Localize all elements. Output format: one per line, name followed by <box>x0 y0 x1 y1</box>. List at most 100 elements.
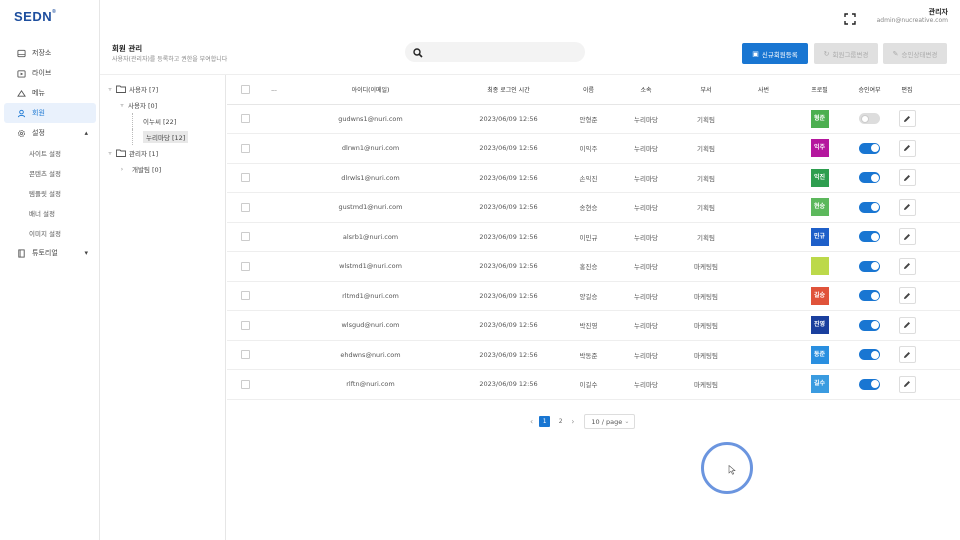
column-header-last-login[interactable]: 최종 로그인 시간 <box>456 75 561 105</box>
table-row[interactable]: alsrb1@nuri.com 2023/06/09 12:56 이민규 누리마당 기획… <box>227 222 960 252</box>
page-button-2[interactable]: 2 <box>555 416 566 427</box>
search-box[interactable] <box>405 42 585 62</box>
pencil-icon <box>904 351 910 358</box>
table-row[interactable]: gudwns1@nuri.com 2023/06/09 12:56 안형준 누리마당 기… <box>227 104 960 134</box>
user-name[interactable]: 관리자 <box>929 7 948 17</box>
avatar[interactable]: 민규 <box>810 227 829 246</box>
sidebar-item-member[interactable]: 회원 <box>4 103 96 123</box>
cell-dept: 마케팅팀 <box>676 310 736 341</box>
new-member-button[interactable]: ▣ 신규회원등록 <box>742 43 808 64</box>
row-checkbox[interactable] <box>240 114 250 124</box>
avatar[interactable]: 형준 <box>810 109 829 128</box>
search-input[interactable] <box>429 48 569 56</box>
avatar[interactable] <box>810 257 829 276</box>
approval-toggle[interactable] <box>859 142 880 154</box>
approval-toggle[interactable] <box>859 378 880 390</box>
column-header-profile[interactable]: 프로필 <box>791 75 848 105</box>
column-header-employee-no[interactable]: 사번 <box>736 75 791 105</box>
table-row[interactable]: dlrwn1@nuri.com 2023/06/09 12:56 이익주 누리마당 기획… <box>227 133 960 164</box>
edit-button[interactable] <box>898 287 916 305</box>
approval-toggle[interactable] <box>859 113 880 125</box>
table-row[interactable]: ehdwns@nuri.com 2023/06/09 12:56 박동준 누리마당 마케… <box>227 340 960 370</box>
tree-node-user-g1[interactable]: 이누씨 [22] <box>100 113 225 129</box>
row-checkbox[interactable] <box>240 291 250 301</box>
column-header-org[interactable]: 소속 <box>616 75 676 105</box>
avatar[interactable]: 길승 <box>810 286 829 305</box>
approval-toggle[interactable] <box>859 349 880 361</box>
avatar[interactable]: 현승 <box>810 198 829 217</box>
edit-button[interactable] <box>898 316 916 334</box>
edit-button[interactable] <box>898 169 916 187</box>
column-header-approved[interactable]: 승인여부 <box>848 75 891 105</box>
brand-logo[interactable]: SEDN® <box>14 9 56 24</box>
sidebar-subitem-site[interactable]: 사이트 설정 <box>4 143 96 163</box>
sidebar-item-menu[interactable]: 메뉴 <box>4 83 96 103</box>
table-row[interactable]: gustmd1@nuri.com 2023/06/09 12:56 송현승 누리마당 기… <box>227 192 960 223</box>
sidebar-subitem-banner[interactable]: 배너 설정 <box>4 203 96 223</box>
column-header-edit[interactable]: 편집 <box>891 75 923 105</box>
prev-page-icon[interactable]: ‹ <box>530 417 533 426</box>
row-checkbox[interactable] <box>240 350 250 360</box>
edit-button[interactable] <box>898 228 916 246</box>
row-checkbox[interactable] <box>240 320 250 330</box>
next-page-icon[interactable]: › <box>571 417 574 426</box>
edit-button[interactable] <box>898 375 916 393</box>
approval-toggle[interactable] <box>859 201 880 213</box>
edit-button[interactable] <box>898 139 916 157</box>
avatar[interactable]: 익주 <box>810 139 829 158</box>
fullscreen-icon[interactable] <box>844 10 856 25</box>
approval-toggle[interactable] <box>859 172 880 184</box>
tree-node-user-g2[interactable]: 누리마당 [12] <box>100 129 225 145</box>
column-header-id[interactable]: 아이디(이메일) <box>285 75 456 105</box>
edit-button[interactable] <box>898 198 916 216</box>
column-header-dept[interactable]: 부서 <box>676 75 736 105</box>
column-header-name[interactable]: 이름 <box>561 75 616 105</box>
row-checkbox[interactable] <box>240 173 250 183</box>
column-header-dots[interactable]: ... <box>263 75 285 105</box>
table-row[interactable]: wlsgud@nuri.com 2023/06/09 12:56 박진영 누리마당 마케… <box>227 310 960 341</box>
cell-edit <box>891 163 923 193</box>
row-checkbox[interactable] <box>240 379 250 389</box>
tree-node-admin-child[interactable]: › 개발팀 [0] <box>100 161 225 177</box>
row-checkbox[interactable] <box>240 261 250 271</box>
row-checkbox[interactable] <box>240 232 250 242</box>
sidebar-subitem-image[interactable]: 이미지 설정 <box>4 223 96 243</box>
row-checkbox-cell <box>227 192 263 223</box>
edit-button[interactable] <box>898 110 916 128</box>
table-row[interactable]: dlrwls1@nuri.com 2023/06/09 12:56 손익진 누리마당 기… <box>227 163 960 193</box>
toggle-knob <box>860 114 869 123</box>
tree-node-user-child[interactable]: ▿ 사용자 [0] <box>100 97 225 113</box>
tree-node-user-root[interactable]: ▿ 사용자 [7] <box>100 81 225 97</box>
row-checkbox[interactable] <box>240 202 250 212</box>
approval-toggle[interactable] <box>859 290 880 302</box>
page-size-select[interactable]: 10 / page ⌄ <box>584 414 636 429</box>
avatar[interactable]: 익진 <box>810 168 829 187</box>
sidebar-item-live[interactable]: 라이브 <box>4 63 96 83</box>
approval-toggle[interactable] <box>859 260 880 272</box>
sidebar-subitem-content[interactable]: 콘텐츠 설정 <box>4 163 96 183</box>
avatar[interactable]: 동준 <box>810 345 829 364</box>
toggle-knob <box>870 291 879 300</box>
row-checkbox[interactable] <box>240 143 250 153</box>
sidebar-item-storage[interactable]: 저장소 <box>4 43 96 63</box>
sidebar-item-tutorial[interactable]: 튜토리얼 ▾ <box>4 243 96 263</box>
select-all-checkbox[interactable] <box>240 84 250 94</box>
approve-change-button[interactable]: ✎ 승인상태변경 <box>883 43 947 64</box>
menu-icon <box>16 88 26 98</box>
sidebar-subitem-template[interactable]: 템플릿 설정 <box>4 183 96 203</box>
page-button-1[interactable]: 1 <box>539 416 551 427</box>
avatar[interactable]: 길수 <box>810 375 829 394</box>
table-row[interactable]: rltmd1@nuri.com 2023/06/09 12:56 양길승 누리마당 마케… <box>227 281 960 311</box>
approval-toggle[interactable] <box>859 231 880 243</box>
table-row[interactable]: wlstmd1@nuri.com 2023/06/09 12:56 홍진승 누리마당 마… <box>227 251 960 282</box>
row-checkbox-cell <box>227 251 263 282</box>
group-change-button[interactable]: ↻ 회원그룹변경 <box>814 43 878 64</box>
approval-toggle[interactable] <box>859 319 880 331</box>
avatar[interactable]: 진영 <box>810 316 829 335</box>
sidebar-item-settings[interactable]: 설정 ▴ <box>4 123 96 143</box>
tree-node-admin-root[interactable]: ▿ 관리자 [1] <box>100 145 225 161</box>
edit-button[interactable] <box>898 346 916 364</box>
pencil-icon <box>904 292 910 299</box>
table-row[interactable]: rlftn@nuri.com 2023/06/09 12:56 이길수 누리마당 마케팅… <box>227 369 960 400</box>
edit-button[interactable] <box>898 257 916 275</box>
